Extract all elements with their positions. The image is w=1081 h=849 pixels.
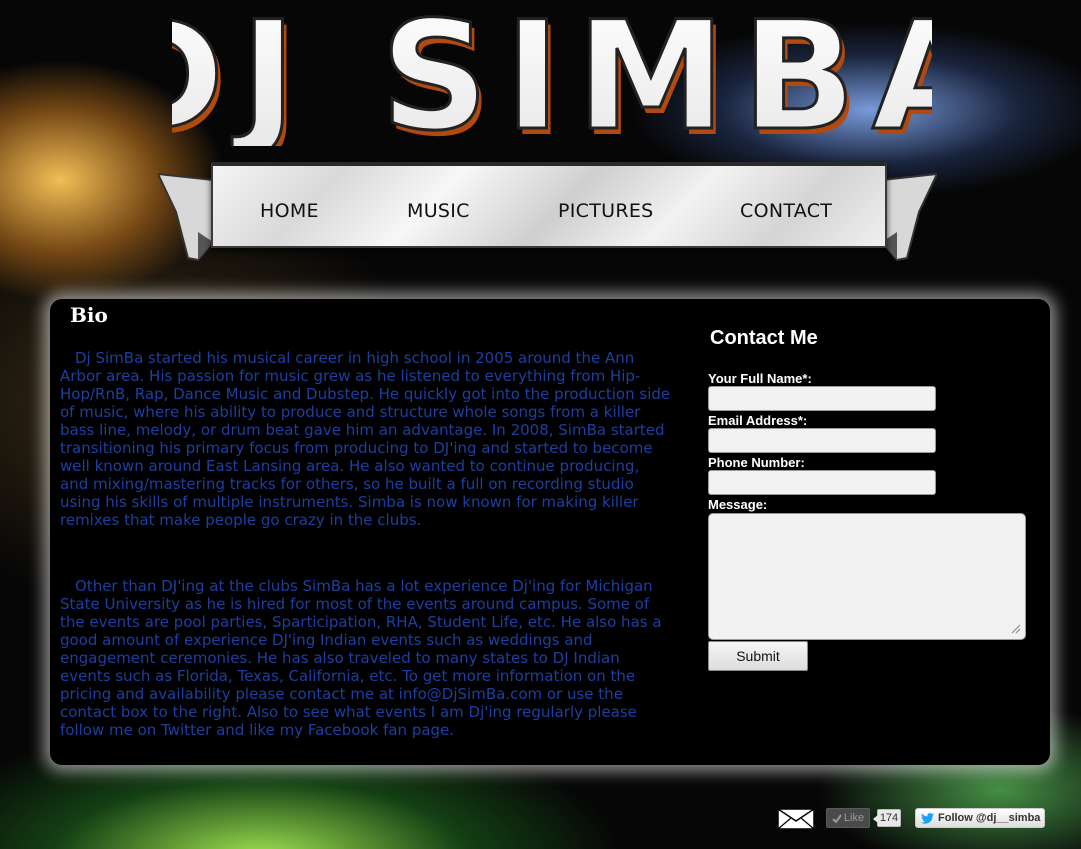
logo-graphic: DJ SIMBA DJ SIMBA	[98, 0, 992, 170]
nav-home[interactable]: HOME	[260, 200, 319, 222]
submit-button[interactable]: Submit	[708, 641, 808, 671]
nav-pictures[interactable]: PICTURES	[558, 200, 654, 222]
like-count: 174	[873, 809, 901, 827]
bio-paragraph-2: Other than DJ'ing at the clubs SimBa has…	[60, 577, 662, 739]
phone-label: Phone Number:	[708, 455, 805, 470]
message-label: Message:	[708, 497, 768, 512]
resize-grip-icon[interactable]	[1008, 621, 1022, 635]
main-nav: HOME MUSIC PICTURES CONTACT	[211, 162, 887, 248]
bio-heading: Bio	[70, 303, 108, 327]
follow-label: Follow @dj__simba	[938, 812, 1041, 824]
message-textarea[interactable]	[708, 513, 1026, 640]
logo-text: DJ SIMBA	[172, 6, 932, 146]
name-input[interactable]	[708, 386, 936, 411]
nav-music[interactable]: MUSIC	[407, 200, 470, 222]
facebook-like-button[interactable]: Like	[826, 808, 870, 828]
bio-paragraph-1: Dj SimBa started his musical career in h…	[60, 349, 671, 529]
like-label: Like	[843, 812, 865, 824]
email-input[interactable]	[708, 428, 936, 453]
envelope-icon[interactable]	[777, 808, 815, 830]
checkmark-icon	[832, 813, 842, 823]
twitter-bird-icon	[921, 812, 934, 824]
email-label: Email Address*:	[708, 413, 808, 428]
content-panel: Bio Dj SimBa started his musical career …	[50, 299, 1050, 765]
phone-input[interactable]	[708, 470, 936, 495]
nav-contact[interactable]: CONTACT	[740, 200, 832, 222]
site-logo[interactable]: DJ SIMBA DJ SIMBA	[98, 0, 992, 170]
twitter-follow-button[interactable]: Follow @dj__simba	[915, 808, 1045, 828]
name-label: Your Full Name*:	[708, 371, 812, 386]
contact-heading: Contact Me	[710, 327, 818, 349]
